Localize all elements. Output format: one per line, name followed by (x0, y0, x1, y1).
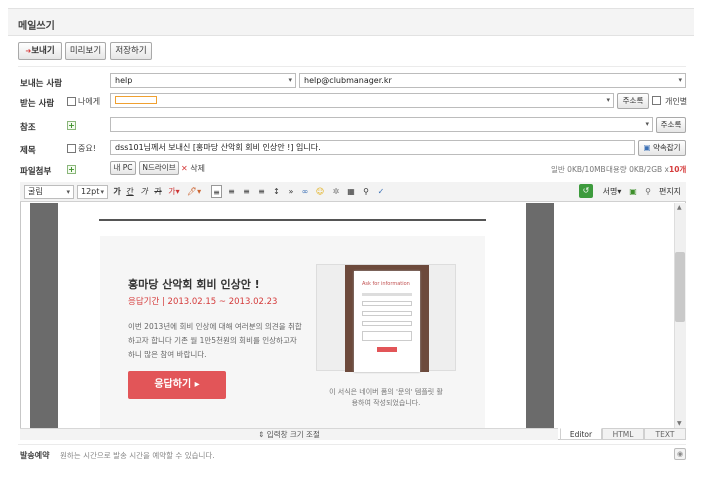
subject-input[interactable]: dss101님께서 보내신 [홍마당 산악회 회비 인상안 !] 입니다. (110, 140, 635, 155)
letterpaper-button[interactable]: 편지지 (656, 185, 684, 198)
chevron-down-icon: ▾ (66, 188, 70, 196)
align-justify-icon[interactable]: ≡ (256, 185, 267, 198)
emoticon-icon[interactable]: ☺ (314, 185, 326, 198)
special-char-icon[interactable]: ✲ (330, 185, 342, 198)
self-send-checkbox[interactable] (67, 97, 76, 106)
scroll-up-icon[interactable]: ▲ (677, 204, 682, 211)
response-period: 응답기간 | 2013.02.15 ~ 2013.02.23 (128, 297, 278, 307)
divider (18, 66, 686, 67)
underline-icon[interactable]: 간 (125, 185, 135, 198)
delete-x-icon: ✕ (181, 164, 188, 173)
cc-address-book-button[interactable]: 주소록 (656, 117, 686, 133)
attach-add-icon[interactable]: + (67, 165, 76, 174)
individual-checkbox[interactable] (652, 96, 661, 105)
form-preview-image: Ask for information (316, 264, 456, 372)
map-pin-icon[interactable]: ⚲ (643, 185, 653, 198)
content-heading: 홍마당 산악회 회비 인상안 ! (128, 278, 260, 291)
cc-add-icon[interactable]: + (67, 121, 76, 130)
align-right-icon[interactable]: ≡ (241, 185, 252, 198)
calendar-icon: ▣ (643, 143, 651, 152)
reserve-label: 발송예약 (20, 451, 50, 460)
content-body: 이번 2013년에 회비 인상에 대해 여러분의 의견을 취합하고자 합니다 기… (128, 322, 302, 359)
template-footnote: 이 서식은 네이버 폼의 '문의' 템플릿 활용하여 작성되었습니다. (329, 388, 443, 407)
link-icon[interactable]: ∞ (299, 185, 311, 198)
appointment-button[interactable]: ▣ 약속잡기 (638, 140, 686, 156)
chevron-down-icon: ▾ (678, 76, 682, 84)
reserve-toggle-icon[interactable]: ◉ (674, 448, 686, 460)
cc-input[interactable]: ▾ (110, 117, 653, 132)
divider (18, 444, 686, 445)
delete-attachment[interactable]: ✕ 삭제 (181, 163, 205, 174)
sender-email-select[interactable]: help@clubmanager.kr ▾ (299, 73, 686, 88)
reserve-text: 원하는 시간으로 발송 시간을 예약할 수 있습니다. (60, 451, 215, 460)
attach-info-normal: 일반 0KB/10MB (551, 165, 606, 174)
cc-label: 참조 (20, 123, 36, 133)
signature-menu[interactable]: 서명▾ (599, 185, 625, 198)
font-color-icon[interactable]: 가▾ (167, 185, 181, 198)
line-spacing-icon[interactable]: ↕ (271, 185, 282, 198)
font-family-select[interactable]: 굴림 ▾ (24, 185, 74, 199)
more-icon[interactable]: » (287, 185, 295, 198)
n-drive-button[interactable]: N드라이브 (139, 161, 179, 175)
save-button[interactable]: 저장하기 (110, 42, 152, 60)
bold-icon[interactable]: 가 (112, 185, 122, 198)
table-icon[interactable]: ▦ (345, 185, 357, 198)
tab-text[interactable]: TEXT (644, 428, 686, 440)
attach-label: 파일첨부 (20, 167, 52, 177)
self-send-label: 나에게 (78, 97, 101, 106)
recipient-label: 받는 사람 (20, 99, 55, 109)
preview-form-title: Ask for information (362, 281, 410, 287)
font-size-select[interactable]: 12pt ▾ (77, 185, 108, 199)
important-label: 중요! (78, 144, 96, 153)
sender-label: 보내는 사람 (20, 79, 63, 89)
window-title: 메일쓰기 (18, 21, 55, 32)
find-icon[interactable]: ⚲ (360, 185, 372, 198)
window-title-bar: 메일쓰기 (8, 8, 694, 36)
scroll-down-icon[interactable]: ▼ (677, 420, 682, 427)
image-icon[interactable]: ▣ (627, 185, 639, 198)
spellcheck-icon[interactable]: ✓ (375, 185, 387, 198)
address-book-button[interactable]: 주소록 (617, 93, 649, 109)
important-checkbox[interactable] (67, 144, 76, 153)
sender-name-select[interactable]: help ▾ (110, 73, 296, 88)
tab-editor[interactable]: Editor (560, 428, 602, 440)
chevron-down-icon: ▾ (645, 120, 649, 128)
resize-handle[interactable]: ⇕ 입력창 크기 조절 (20, 428, 558, 440)
recipient-input[interactable]: ▾ (110, 93, 614, 108)
individual-label: 개인별 (665, 97, 688, 106)
chevron-down-icon: ▾ (606, 96, 610, 104)
chevron-down-icon: ▾ (288, 76, 292, 84)
align-left-icon[interactable]: ≡ (211, 185, 222, 198)
preview-button[interactable]: 미리보기 (65, 42, 106, 60)
photo-icon[interactable]: ↺ (579, 184, 593, 198)
strikethrough-icon[interactable]: 가 (153, 185, 163, 198)
highlight-icon[interactable]: 🖊▾ (186, 185, 202, 198)
my-pc-button[interactable]: 내 PC (110, 161, 136, 175)
tab-html[interactable]: HTML (602, 428, 644, 440)
italic-icon[interactable]: 가 (139, 185, 149, 198)
respond-button[interactable]: 응답하기 ▸ (128, 371, 226, 399)
scrollbar-thumb[interactable] (675, 252, 685, 322)
send-button[interactable]: ➜보내기 (18, 42, 62, 60)
subject-label: 제목 (20, 146, 36, 156)
attach-info-large: 대용량 0KB/2GB x10개 (606, 165, 687, 174)
align-center-icon[interactable]: ≡ (226, 185, 237, 198)
chevron-down-icon: ▾ (100, 188, 104, 196)
